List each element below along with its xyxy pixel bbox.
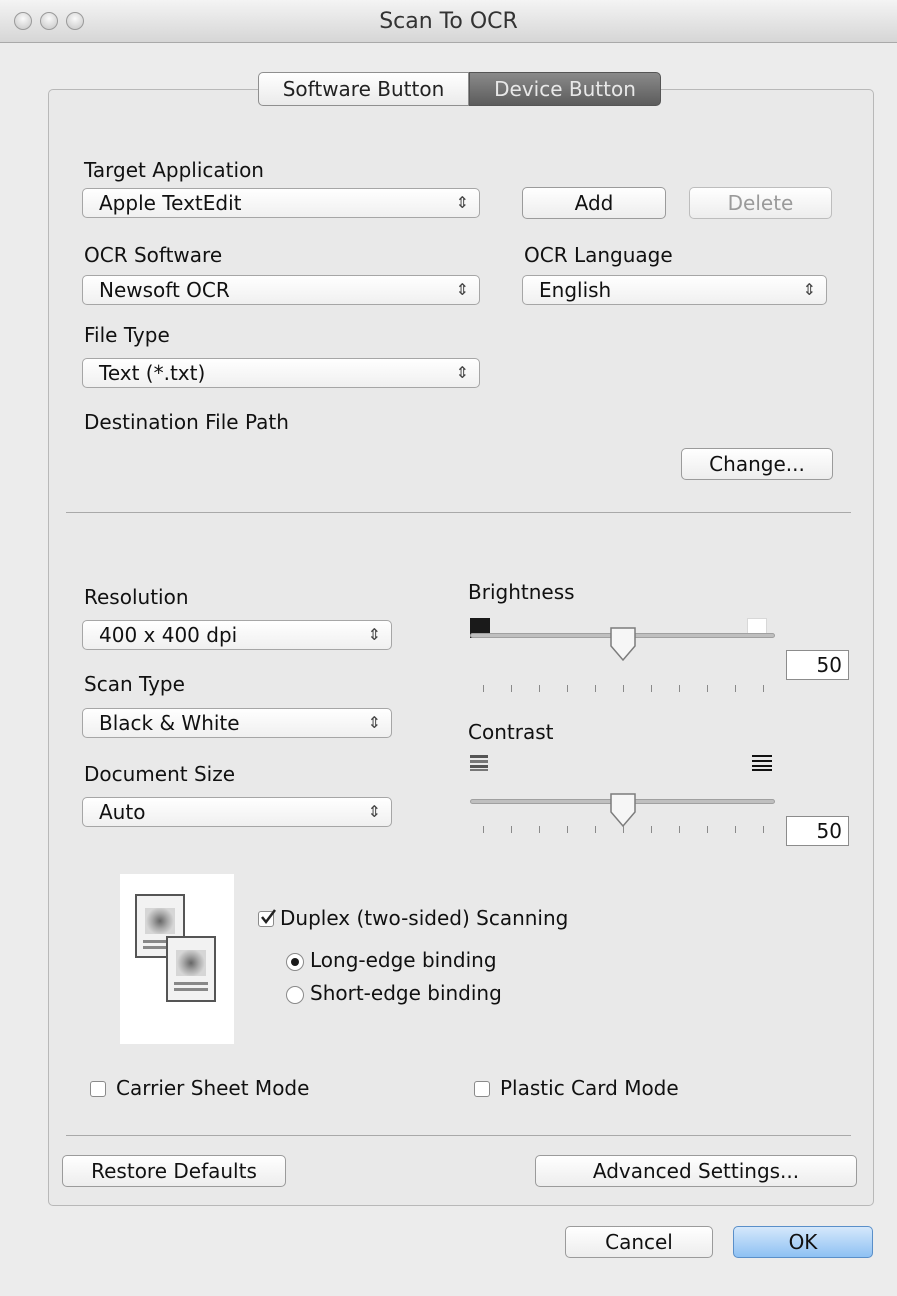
scan-type-value: Black & White xyxy=(99,711,240,735)
slider-tick xyxy=(763,826,764,833)
updown-arrows-icon: ⇕ xyxy=(455,280,469,299)
file-type-select[interactable]: Text (*.txt) ⇕ xyxy=(82,358,480,388)
duplex-label[interactable]: Duplex (two-sided) Scanning xyxy=(280,906,568,930)
divider xyxy=(66,512,851,513)
high-contrast-icon xyxy=(752,755,772,771)
short-edge-label[interactable]: Short-edge binding xyxy=(310,981,502,1005)
tab-software-button[interactable]: Software Button xyxy=(258,72,469,106)
ok-button[interactable]: OK xyxy=(733,1226,873,1258)
slider-tick xyxy=(735,826,736,833)
contrast-slider-thumb[interactable] xyxy=(608,792,638,828)
ocr-software-value: Newsoft OCR xyxy=(99,278,230,302)
short-edge-radio[interactable] xyxy=(286,986,304,1004)
slider-tick xyxy=(595,685,596,692)
ocr-language-label: OCR Language xyxy=(524,243,673,267)
updown-arrows-icon: ⇕ xyxy=(802,280,816,299)
carrier-sheet-checkbox[interactable] xyxy=(90,1081,106,1097)
document-size-label: Document Size xyxy=(84,762,236,786)
contrast-label: Contrast xyxy=(468,720,554,744)
resolution-label: Resolution xyxy=(84,585,189,609)
slider-tick xyxy=(707,826,708,833)
contrast-value-field[interactable]: 50 xyxy=(786,816,849,846)
brightness-slider-thumb[interactable] xyxy=(608,626,638,662)
slider-tick xyxy=(483,826,484,833)
resolution-value: 400 x 400 dpi xyxy=(99,623,238,647)
scan-type-select[interactable]: Black & White ⇕ xyxy=(82,708,392,738)
slider-tick xyxy=(511,826,512,833)
ocr-software-select[interactable]: Newsoft OCR ⇕ xyxy=(82,275,480,305)
slider-tick xyxy=(595,826,596,833)
tab-device-button[interactable]: Device Button xyxy=(469,72,661,106)
slider-tick xyxy=(539,826,540,833)
duplex-checkbox[interactable] xyxy=(258,909,276,927)
window-title: Scan To OCR xyxy=(379,9,518,34)
target-application-value: Apple TextEdit xyxy=(99,191,242,215)
slider-tick xyxy=(679,826,680,833)
add-button[interactable]: Add xyxy=(522,187,666,219)
updown-arrows-icon: ⇕ xyxy=(367,802,381,821)
checkmark-icon xyxy=(261,909,276,925)
duplex-document-icon xyxy=(120,874,234,1044)
ocr-software-label: OCR Software xyxy=(84,243,223,267)
low-contrast-icon xyxy=(470,755,488,771)
destination-file-path-label: Destination File Path xyxy=(84,410,289,434)
restore-defaults-button[interactable]: Restore Defaults xyxy=(62,1155,286,1187)
document-size-value: Auto xyxy=(99,800,146,824)
scan-type-label: Scan Type xyxy=(84,672,185,696)
slider-tick xyxy=(735,685,736,692)
plastic-card-label[interactable]: Plastic Card Mode xyxy=(500,1076,679,1100)
document-size-select[interactable]: Auto ⇕ xyxy=(82,797,392,827)
delete-button[interactable]: Delete xyxy=(689,187,832,219)
file-type-value: Text (*.txt) xyxy=(99,361,206,385)
target-application-select[interactable]: Apple TextEdit ⇕ xyxy=(82,188,480,218)
plastic-card-checkbox[interactable] xyxy=(474,1081,490,1097)
slider-tick xyxy=(651,826,652,833)
long-edge-label[interactable]: Long-edge binding xyxy=(310,948,497,972)
brightness-label: Brightness xyxy=(468,580,575,604)
slider-tick xyxy=(707,685,708,692)
slider-tick xyxy=(679,685,680,692)
brightness-value-field[interactable]: 50 xyxy=(786,650,849,680)
updown-arrows-icon: ⇕ xyxy=(455,363,469,382)
slider-tick xyxy=(483,685,484,692)
slider-tick xyxy=(623,685,624,692)
file-type-label: File Type xyxy=(84,323,170,347)
updown-arrows-icon: ⇕ xyxy=(367,713,381,732)
resolution-select[interactable]: 400 x 400 dpi ⇕ xyxy=(82,620,392,650)
slider-tick xyxy=(763,685,764,692)
updown-arrows-icon: ⇕ xyxy=(455,193,469,212)
ocr-language-select[interactable]: English ⇕ xyxy=(522,275,827,305)
updown-arrows-icon: ⇕ xyxy=(367,625,381,644)
carrier-sheet-label[interactable]: Carrier Sheet Mode xyxy=(116,1076,309,1100)
divider xyxy=(66,1135,851,1136)
slider-tick xyxy=(567,685,568,692)
target-application-label: Target Application xyxy=(84,158,264,182)
slider-tick xyxy=(651,685,652,692)
long-edge-radio[interactable] xyxy=(286,953,304,971)
title-bar: Scan To OCR xyxy=(0,0,897,43)
slider-tick xyxy=(623,826,624,833)
change-button[interactable]: Change... xyxy=(681,448,833,480)
slider-tick xyxy=(567,826,568,833)
slider-tick xyxy=(539,685,540,692)
advanced-settings-button[interactable]: Advanced Settings... xyxy=(535,1155,857,1187)
slider-tick xyxy=(511,685,512,692)
cancel-button[interactable]: Cancel xyxy=(565,1226,713,1258)
ocr-language-value: English xyxy=(539,278,612,302)
